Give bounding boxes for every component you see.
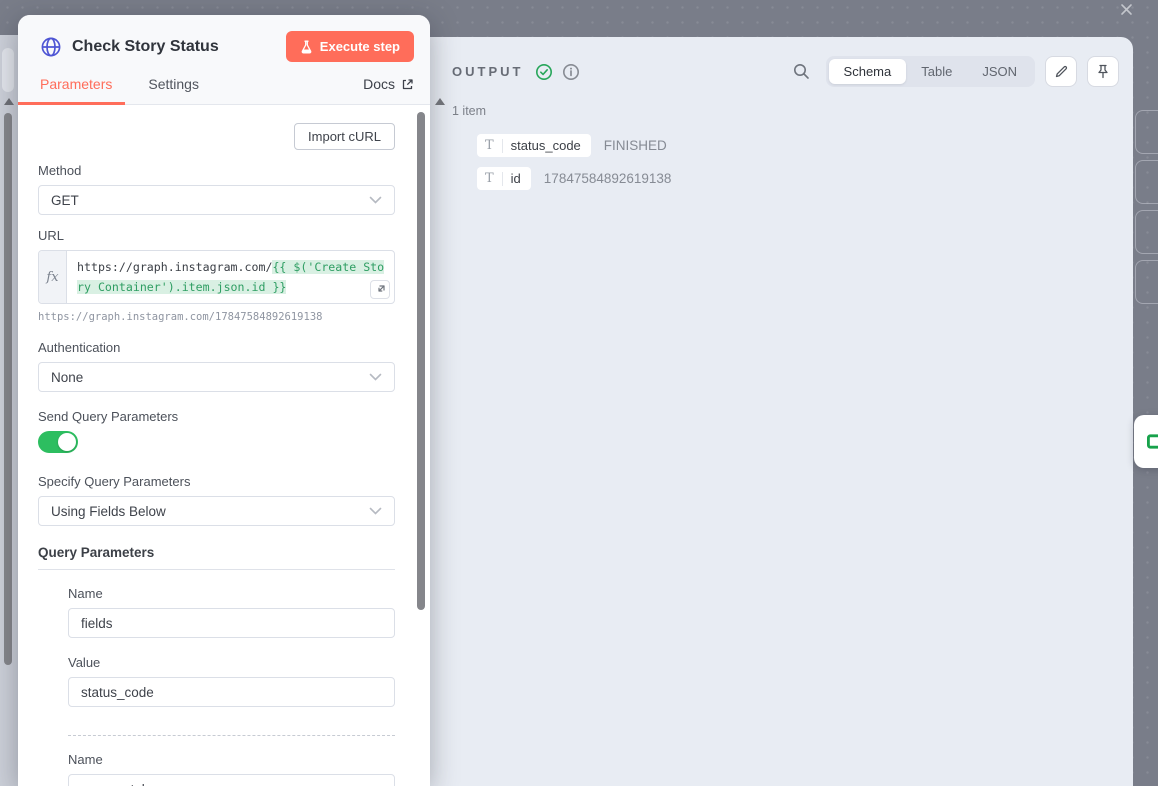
docs-link-label: Docs [363,76,395,92]
url-label: URL [38,228,395,243]
background-node-outline [1135,110,1158,154]
green-square-logo-icon [1147,434,1158,449]
tab-settings[interactable]: Settings [148,76,199,92]
check-circle-icon [535,63,553,81]
settings-panel-scrollbar[interactable] [417,112,425,610]
schema-value: FINISHED [604,138,667,153]
schema-view: T status_code FINISHED T id 178475848926… [477,133,1119,191]
expand-expression-icon [375,284,386,295]
authentication-select[interactable]: None [38,362,395,392]
pin-icon [1096,64,1110,79]
background-node-outline [1135,210,1158,254]
query-parameter-item: Name [68,752,395,786]
parameter-divider [68,735,395,736]
import-curl-button[interactable]: Import cURL [294,123,395,150]
schema-row[interactable]: T id 17847584892619138 [477,166,1119,191]
chevron-down-icon [369,373,382,381]
edit-output-button[interactable] [1045,56,1077,87]
method-value: GET [51,193,79,208]
output-view-switcher: Schema Table JSON [826,56,1035,87]
search-icon[interactable] [793,63,810,80]
output-panel: OUTPUT Schema Table JSON [430,37,1133,786]
execute-step-label: Execute step [320,39,400,54]
param-name-input[interactable] [68,774,395,786]
active-tab-underline [18,102,125,105]
output-title: OUTPUT [452,64,523,79]
specify-query-parameters-value: Using Fields Below [51,504,166,519]
settings-tab-bar: Parameters Settings Docs [18,62,430,104]
specify-query-parameters-select[interactable]: Using Fields Below [38,496,395,526]
method-label: Method [38,163,395,178]
parameters-form: Import cURL Method GET URL fx https://gr… [18,105,430,786]
globe-icon [40,36,62,58]
scroll-up-arrow[interactable] [4,98,14,105]
url-resolved-preview: https://graph.instagram.com/178475848926… [38,311,395,323]
edge-floating-button[interactable] [1134,415,1158,468]
param-value-label: Value [68,655,395,670]
specify-query-parameters-label: Specify Query Parameters [38,474,395,489]
info-circle-icon[interactable] [562,63,580,81]
send-query-parameters-label: Send Query Parameters [38,409,395,424]
node-settings-header: Check Story Status Execute step Paramete… [18,15,430,105]
url-plain-part: https://graph.instagram.com/ [77,260,272,274]
authentication-label: Authentication [38,340,395,355]
background-node-outline [1135,160,1158,204]
schema-key-pill[interactable]: T status_code [477,134,591,157]
flask-icon [300,40,313,54]
tab-json[interactable]: JSON [967,59,1032,84]
tab-table[interactable]: Table [906,59,967,84]
pill-divider [502,139,503,153]
pin-data-button[interactable] [1087,56,1119,87]
input-panel-edge-block [2,48,14,92]
text-type-icon: T [485,172,494,185]
output-items-count: 1 item [452,104,1119,118]
docs-link[interactable]: Docs [363,76,414,92]
open-expression-editor-button[interactable] [370,280,390,299]
send-query-parameters-toggle[interactable] [38,431,78,453]
url-expression-field[interactable]: fx https://graph.instagram.com/{{ $('Cre… [38,250,395,304]
input-panel-edge [0,35,18,786]
fx-badge: fx [39,251,67,303]
query-parameter-item: Name Value [68,586,395,707]
execute-step-button[interactable]: Execute step [286,31,414,62]
scroll-up-arrow[interactable] [435,98,445,105]
schema-key-pill[interactable]: T id [477,167,531,190]
authentication-value: None [51,370,83,385]
schema-row[interactable]: T status_code FINISHED [477,133,1119,158]
node-title[interactable]: Check Story Status [72,38,219,56]
background-node-outline [1135,260,1158,304]
url-expression-text[interactable]: https://graph.instagram.com/{{ $('Create… [67,251,394,303]
schema-key: id [511,171,521,186]
output-header: OUTPUT Schema Table JSON [452,56,1119,87]
param-value-input[interactable] [68,677,395,707]
param-name-label: Name [68,586,395,601]
schema-value: 17847584892619138 [544,171,672,186]
node-settings-panel: Check Story Status Execute step Paramete… [18,15,430,786]
close-icon[interactable] [1119,2,1134,17]
pill-divider [502,172,503,186]
param-name-input[interactable] [68,608,395,638]
method-select[interactable]: GET [38,185,395,215]
pencil-icon [1054,64,1069,79]
tab-schema[interactable]: Schema [829,59,907,84]
external-link-icon [401,78,414,91]
toggle-knob [58,433,76,451]
tab-parameters[interactable]: Parameters [40,76,112,92]
chevron-down-icon [369,507,382,515]
schema-key: status_code [511,138,581,153]
chevron-down-icon [369,196,382,204]
param-name-label: Name [68,752,395,767]
query-parameters-section-title: Query Parameters [38,545,395,570]
text-type-icon: T [485,139,494,152]
input-panel-scrollbar[interactable] [4,113,12,665]
